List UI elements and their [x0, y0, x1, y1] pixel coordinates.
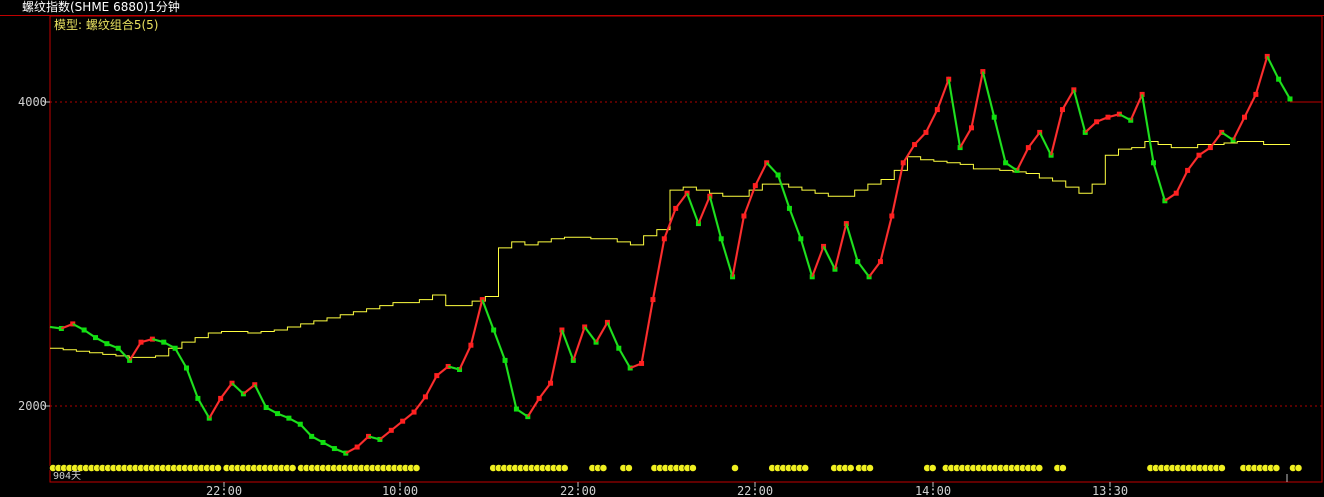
signal-dot [599, 464, 608, 472]
average-line-layer [50, 141, 1290, 358]
grid-lines [50, 101, 1322, 407]
signal-dot [214, 464, 222, 472]
downtrend-segment [1277, 78, 1291, 100]
y-tick-label: 4000 [18, 95, 47, 109]
sell-marker [1287, 96, 1293, 102]
downtrend-segment [185, 367, 199, 399]
uptrend-segment [469, 299, 484, 346]
uptrend-segment [1232, 116, 1246, 141]
price-line-layer [49, 53, 1293, 456]
signal-dot [1294, 464, 1303, 472]
uptrend-segment [651, 238, 666, 300]
downtrend-segment [788, 208, 802, 240]
downtrend-segment [196, 397, 211, 419]
average-line [50, 141, 1290, 358]
signal-dot [866, 464, 874, 472]
uptrend-segment [208, 397, 222, 419]
downtrend-segment [481, 299, 495, 331]
downtrend-segment [1072, 89, 1087, 133]
x-tick-label: 13:30 [1092, 484, 1128, 497]
signal-dot [288, 464, 297, 472]
model-label: 模型: 螺纹组合5(5) [54, 17, 159, 32]
uptrend-segment [811, 246, 825, 278]
downtrend-segment [1038, 131, 1053, 156]
downtrend-segment [947, 79, 962, 148]
uptrend-segment [595, 321, 609, 343]
downtrend-segment [492, 329, 507, 361]
uptrend-segment [731, 215, 746, 278]
downtrend-segment [686, 192, 700, 224]
downtrend-segment [993, 116, 1007, 164]
x-tick-label: 22:00 [560, 484, 596, 497]
downtrend-segment [981, 71, 996, 118]
signal-dot [801, 464, 810, 472]
uptrend-segment [924, 109, 939, 133]
uptrend-segment [424, 375, 438, 398]
downtrend-segment [560, 329, 575, 361]
signal-dot [928, 464, 937, 472]
signal-dot [625, 464, 633, 472]
signal-dot [846, 464, 855, 472]
uptrend-segment [697, 195, 711, 225]
price-line [49, 54, 1291, 454]
signal-dot [412, 464, 421, 472]
uptrend-segment [1015, 147, 1030, 171]
downtrend-segment [606, 321, 620, 349]
signal-dot [1272, 464, 1281, 472]
downtrend-segment [720, 238, 734, 278]
uptrend-segment [1175, 169, 1189, 194]
signal-dot [731, 464, 739, 472]
downtrend-segment [503, 360, 518, 410]
x-axis: 22:00 10:00 22:00 22:00 14:00 13:30 [206, 482, 1128, 497]
uptrend-segment [833, 223, 848, 270]
uptrend-segment [572, 326, 586, 361]
signal-dot [1218, 464, 1226, 472]
uptrend-segment [879, 215, 893, 262]
bar-count-label: 904天 [53, 471, 81, 482]
chart-frame [49, 15, 1323, 483]
downtrend-segment [845, 223, 859, 262]
downtrend-segment [1141, 94, 1155, 163]
uptrend-segment [458, 344, 472, 370]
uptrend-segment [1061, 89, 1075, 111]
downtrend-segment [1266, 55, 1280, 80]
uptrend-segment [970, 71, 984, 129]
y-axis: 4000 2000 [18, 95, 50, 413]
signal-dot [560, 464, 569, 472]
signal-dot [689, 464, 697, 472]
x-tick-label: 10:00 [382, 484, 418, 497]
downtrend-segment [253, 384, 268, 409]
downtrend-segment [822, 245, 836, 270]
downtrend-segment [1152, 162, 1166, 202]
signal-dot [1035, 464, 1044, 472]
x-tick-label: 22:00 [206, 484, 242, 497]
downtrend-segment [708, 195, 723, 240]
x-tick-label: 14:00 [915, 484, 951, 497]
uptrend-segment [1243, 93, 1257, 118]
x-tick-label: 22:00 [737, 484, 773, 497]
downtrend-segment [617, 347, 632, 369]
uptrend-segment [754, 162, 768, 187]
uptrend-segment [902, 143, 916, 164]
uptrend-segment [640, 299, 655, 364]
y-tick-label: 2000 [18, 399, 47, 413]
downtrend-segment [174, 347, 188, 369]
uptrend-segment [1129, 93, 1144, 121]
downtrend-segment [799, 238, 814, 278]
uptrend-segment [526, 397, 541, 418]
uptrend-segment [959, 127, 973, 149]
signal-dot [1059, 464, 1067, 472]
uptrend-segment [1050, 109, 1064, 156]
signal-dots [49, 101, 1322, 482]
uptrend-segment [1254, 56, 1269, 95]
downtrend-segment [777, 174, 791, 209]
uptrend-segment [549, 329, 564, 384]
price-chart[interactable]: 模型: 螺纹组合5(5) 40002000 22:00 10:00 22:00 22:… [0, 0, 1324, 497]
uptrend-segment [936, 78, 950, 110]
